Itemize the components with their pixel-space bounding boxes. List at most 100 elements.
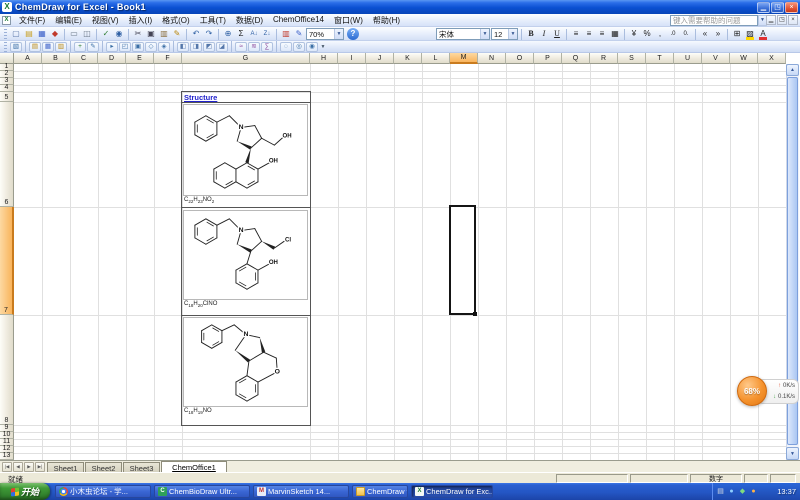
insert-row-icon[interactable]: ▸ bbox=[106, 41, 118, 52]
column-header-r[interactable]: R bbox=[590, 53, 618, 64]
structure-picture-2[interactable]: N Cl OH bbox=[183, 210, 308, 300]
font-name-combo[interactable]: 宋体 ▼ bbox=[436, 28, 490, 40]
start-button[interactable]: 开始 bbox=[0, 483, 50, 500]
chevron-down-icon[interactable]: ▼ bbox=[334, 29, 343, 39]
column-header-s[interactable]: S bbox=[618, 53, 646, 64]
resize-handle[interactable] bbox=[473, 312, 477, 316]
fill-color-icon[interactable]: ▨ bbox=[744, 28, 756, 40]
taskbar-button-marvinsketch[interactable]: M MarvinSketch 14... bbox=[253, 485, 349, 498]
printer-icon[interactable]: ▤ bbox=[716, 487, 725, 496]
currency-icon[interactable]: ¥ bbox=[628, 28, 640, 40]
undo-icon[interactable]: ↶ bbox=[190, 28, 202, 40]
menu-data[interactable]: 数据(D) bbox=[231, 14, 268, 27]
show-pictures-icon[interactable]: ◈ bbox=[158, 41, 170, 52]
column-header-f[interactable]: F bbox=[154, 53, 182, 64]
permission-icon[interactable]: ◆ bbox=[49, 28, 61, 40]
percent-icon[interactable]: % bbox=[641, 28, 653, 40]
row-header-6[interactable]: 6 bbox=[0, 102, 14, 207]
column-header-t[interactable]: T bbox=[646, 53, 674, 64]
messenger-icon[interactable]: ● bbox=[727, 487, 736, 496]
autosum-icon[interactable]: Σ bbox=[235, 28, 247, 40]
menu-tools[interactable]: 工具(T) bbox=[195, 14, 231, 27]
add-structure-icon[interactable]: + bbox=[74, 41, 86, 52]
menu-file[interactable]: 文件(F) bbox=[14, 14, 50, 27]
edit-structure-icon[interactable]: ✎ bbox=[87, 41, 99, 52]
align-center-icon[interactable]: ≡ bbox=[583, 28, 595, 40]
column-header-k[interactable]: K bbox=[394, 53, 422, 64]
decrease-decimal-icon[interactable]: 0. bbox=[680, 28, 692, 40]
column-header-m[interactable]: M bbox=[450, 53, 478, 64]
column-header-g[interactable]: G bbox=[182, 53, 310, 64]
row-header-7[interactable]: 7 bbox=[0, 207, 14, 315]
clean-structure-icon[interactable]: ◇ bbox=[145, 41, 157, 52]
row-header-13[interactable]: 13 bbox=[0, 452, 14, 460]
row-header-8[interactable]: 8 bbox=[0, 315, 14, 425]
monitor-icon[interactable]: ● bbox=[749, 487, 758, 496]
workbook-minimize-icon[interactable]: ▁ bbox=[766, 15, 776, 25]
tab-nav-previous-icon[interactable]: ◀ bbox=[13, 462, 23, 472]
drawing-icon[interactable]: ✎ bbox=[293, 28, 305, 40]
merge-center-icon[interactable]: ▦ bbox=[609, 28, 621, 40]
menu-chemoffice14[interactable]: ChemOffice14 bbox=[268, 14, 329, 27]
import-table-icon[interactable]: ▥ bbox=[55, 41, 67, 52]
chemoffice-worksheet-icon[interactable]: ▧ bbox=[10, 41, 22, 52]
selected-object[interactable] bbox=[449, 205, 477, 316]
workbook-close-icon[interactable]: × bbox=[788, 15, 798, 25]
chart-wizard-icon[interactable]: ▥ bbox=[280, 28, 292, 40]
menu-view[interactable]: 视图(V) bbox=[87, 14, 124, 27]
print-icon[interactable]: ▭ bbox=[68, 28, 80, 40]
row-header-4[interactable]: 4 bbox=[0, 84, 14, 92]
taskbar-button-chemdraw-excel[interactable]: X ChemDraw for Exc... bbox=[411, 485, 493, 498]
column-header-v[interactable]: V bbox=[702, 53, 730, 64]
structure-picture-1[interactable]: N OH OH bbox=[183, 104, 308, 196]
column-header-o[interactable]: O bbox=[506, 53, 534, 64]
search-similarity-icon[interactable]: ◉ bbox=[306, 41, 318, 52]
taskbar-button-browser[interactable]: 小木虫论坛 - 学... bbox=[55, 485, 151, 498]
bold-icon[interactable]: B bbox=[525, 28, 537, 40]
scroll-down-icon[interactable]: ▼ bbox=[786, 447, 799, 460]
column-header-d[interactable]: D bbox=[98, 53, 126, 64]
column-header-b[interactable]: B bbox=[42, 53, 70, 64]
search-identity-icon[interactable]: ◌ bbox=[280, 41, 292, 52]
font-color-icon[interactable]: A bbox=[757, 28, 769, 40]
underline-icon[interactable]: U bbox=[551, 28, 563, 40]
column-header-c[interactable]: C bbox=[70, 53, 98, 64]
close-icon[interactable]: × bbox=[785, 1, 798, 13]
align-structures-bottom-icon[interactable]: ◪ bbox=[216, 41, 228, 52]
analyze-icon[interactable]: ∑ bbox=[261, 41, 273, 52]
tab-nav-next-icon[interactable]: ▶ bbox=[24, 462, 34, 472]
column-header-a[interactable]: A bbox=[14, 53, 42, 64]
font-size-combo[interactable]: 12 ▼ bbox=[491, 28, 518, 40]
column-header-n[interactable]: N bbox=[478, 53, 506, 64]
name-to-structure-icon[interactable]: ≈ bbox=[235, 41, 247, 52]
help-icon[interactable]: ? bbox=[347, 28, 359, 40]
structure-to-name-icon[interactable]: ≋ bbox=[248, 41, 260, 52]
open-icon[interactable]: ▤ bbox=[23, 28, 35, 40]
align-structures-top-icon[interactable]: ◩ bbox=[203, 41, 215, 52]
chevron-down-icon[interactable]: ▼ bbox=[480, 29, 489, 39]
borders-icon[interactable]: ⊞ bbox=[731, 28, 743, 40]
menu-insert[interactable]: 插入(I) bbox=[124, 14, 158, 27]
help-question-input[interactable] bbox=[670, 15, 758, 26]
research-icon[interactable]: ◉ bbox=[113, 28, 125, 40]
align-left-icon[interactable]: ≡ bbox=[570, 28, 582, 40]
column-header-j[interactable]: J bbox=[366, 53, 394, 64]
structure-picture-3[interactable]: NO bbox=[183, 317, 308, 407]
menu-format[interactable]: 格式(O) bbox=[157, 14, 195, 27]
workbook-restore-icon[interactable]: ◳ bbox=[777, 15, 787, 25]
align-right-icon[interactable]: ≡ bbox=[596, 28, 608, 40]
taskbar-button-chembiodraw[interactable]: C ChemBioDraw Ultr... bbox=[154, 485, 250, 498]
save-worksheet-icon[interactable]: ▦ bbox=[42, 41, 54, 52]
minimize-icon[interactable]: ▁ bbox=[757, 1, 770, 13]
save-icon[interactable]: ▦ bbox=[36, 28, 48, 40]
menu-window[interactable]: 窗口(W) bbox=[329, 14, 368, 27]
sort-descending-icon[interactable]: Z↓ bbox=[261, 28, 273, 40]
toolbar-overflow-icon[interactable]: ▼ bbox=[319, 44, 327, 50]
antivirus-icon[interactable]: ◆ bbox=[738, 487, 747, 496]
taskbar-button-chemdraw-folder[interactable]: ChemDraw for Excel bbox=[352, 485, 408, 498]
memory-usage-ball[interactable]: 68% bbox=[737, 376, 767, 406]
zoom-combo[interactable]: 70% ▼ bbox=[306, 28, 344, 40]
redo-icon[interactable]: ↷ bbox=[203, 28, 215, 40]
column-header-i[interactable]: I bbox=[338, 53, 366, 64]
column-header-u[interactable]: U bbox=[674, 53, 702, 64]
